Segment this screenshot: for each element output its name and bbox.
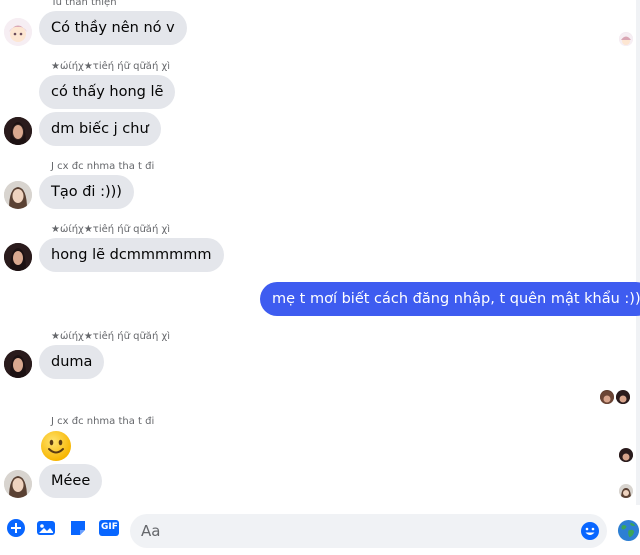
message-bubble[interactable]: dm biếc j chư bbox=[39, 112, 161, 146]
avatar[interactable] bbox=[4, 181, 32, 209]
seen-avatar bbox=[619, 448, 633, 462]
avatar[interactable] bbox=[4, 243, 32, 271]
message-bubble[interactable]: Có thầy nên nó v bbox=[39, 11, 187, 45]
avatar[interactable] bbox=[4, 350, 32, 378]
message-input[interactable]: Aa bbox=[130, 514, 607, 548]
avatar[interactable] bbox=[4, 470, 32, 498]
seen-avatar bbox=[619, 484, 633, 498]
globe-icon[interactable] bbox=[617, 519, 640, 542]
my-message-bubble[interactable]: mẹ t mơí biết cách đăng nhập, t quên mật… bbox=[260, 282, 640, 316]
emoji-icon[interactable] bbox=[580, 521, 600, 541]
seen-avatar bbox=[619, 32, 633, 46]
sticker-icon[interactable] bbox=[68, 518, 88, 538]
smiley-emoji[interactable] bbox=[40, 430, 72, 462]
gif-label: GIF bbox=[101, 522, 118, 532]
sender-name: ★ώίήχ★τiêή ήữ qữăή χì bbox=[51, 61, 171, 72]
sender-name: J cx đc nhma tha t đi bbox=[51, 416, 155, 427]
avatar[interactable] bbox=[4, 18, 32, 46]
seen-avatar bbox=[616, 390, 630, 404]
message-bubble[interactable]: có thấy hong lẽ bbox=[39, 75, 176, 109]
seen-avatar bbox=[600, 390, 614, 404]
sender-name: ★ώίήχ★τiêή ήữ qữăή χì bbox=[51, 331, 171, 342]
image-icon[interactable] bbox=[36, 518, 56, 538]
sender-name: Tú thân thiện bbox=[51, 0, 117, 8]
message-bubble[interactable]: Tạo đi :))) bbox=[39, 175, 134, 209]
message-bubble[interactable]: duma bbox=[39, 345, 105, 379]
sender-name: J cx đc nhma tha t đi bbox=[51, 161, 155, 172]
message-bubble[interactable]: Méee bbox=[39, 464, 103, 498]
scrollbar[interactable] bbox=[636, 0, 640, 505]
message-bubble[interactable]: hong lẽ dcmmmmmm bbox=[39, 238, 224, 272]
plus-circle-icon[interactable] bbox=[6, 518, 26, 538]
avatar[interactable] bbox=[4, 117, 32, 145]
gif-icon[interactable]: GIF bbox=[98, 518, 119, 538]
sender-name: ★ώίήχ★τiêή ήữ qữăή χì bbox=[51, 224, 171, 235]
